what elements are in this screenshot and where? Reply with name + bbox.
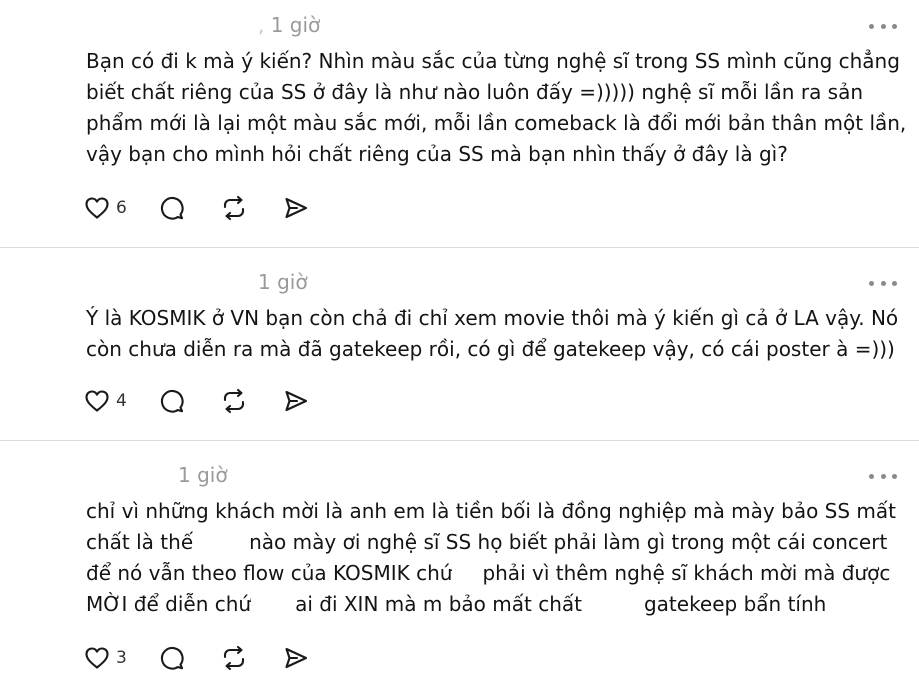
share-icon [285, 647, 307, 669]
repost-icon [223, 645, 244, 671]
post-text: Bạn có đi k mà ý kiến? Nhìn màu sắc của … [86, 46, 907, 170]
like-count: 6 [116, 198, 127, 218]
more-options-icon[interactable] [869, 279, 897, 287]
post-actions: 4 [84, 386, 309, 416]
post-timestamp: 1 giờ [258, 270, 308, 294]
like-button[interactable]: 6 [84, 193, 127, 223]
share-icon [285, 390, 307, 412]
post-text-line: Bạn có đi k mà ý kiến? Nhìn màu sắc của … [86, 49, 900, 73]
repost-icon [223, 195, 244, 221]
share-icon [285, 197, 307, 219]
more-options-icon[interactable] [869, 22, 897, 30]
post-text-line: chỉ vì những khách mời là anh em là tiền… [86, 499, 896, 523]
share-button[interactable] [283, 386, 309, 416]
more-options-icon[interactable] [869, 472, 897, 480]
repost-button[interactable] [221, 643, 247, 673]
post-text-line: còn chưa diễn ra mà đã gatekeep rồi, có … [86, 337, 895, 361]
heart-icon [85, 390, 109, 412]
like-button[interactable]: 3 [84, 643, 127, 673]
post: 1 giờ Ý là KOSMIK ở VN bạn còn chả đi ch… [0, 248, 919, 440]
post: 1 giờ chỉ vì những khách mời là anh em l… [0, 441, 919, 683]
comment-button[interactable] [159, 386, 185, 416]
like-count: 4 [116, 391, 127, 411]
post-timestamp: 1 giờ [178, 463, 228, 487]
post: , 1 giờ Bạn có đi k mà ý kiến? Nhìn màu … [0, 0, 919, 247]
post-text-line: chất là thế nào mày ơi nghệ sĩ SS họ biết… [86, 530, 888, 554]
post-text-line: MỜI để diễn chứ ai đi XIN mà m bảo mất ch… [86, 592, 827, 616]
post-text-line: phẩm mới là lại một màu sắc mới, mỗi lần… [86, 111, 907, 135]
post-timestamp: , 1 giờ [258, 13, 321, 37]
comment-icon [160, 647, 184, 670]
post-text-line: để nó vẫn theo flow của KOSMIK chứ phải v… [86, 561, 891, 585]
comment-button[interactable] [159, 643, 185, 673]
post-text: chỉ vì những khách mời là anh em là tiền… [86, 496, 896, 620]
like-button[interactable]: 4 [84, 386, 127, 416]
heart-icon [85, 647, 109, 669]
repost-button[interactable] [221, 386, 247, 416]
like-count: 3 [116, 648, 127, 668]
comment-button[interactable] [159, 193, 185, 223]
comment-icon [160, 390, 184, 413]
comment-icon [160, 197, 184, 220]
post-text-line: vậy bạn cho mình hỏi chất riêng của SS m… [86, 142, 788, 166]
post-text: Ý là KOSMIK ở VN bạn còn chả đi chỉ xem … [86, 303, 899, 365]
post-actions: 3 [84, 643, 309, 673]
heart-icon [85, 197, 109, 219]
repost-icon [223, 388, 244, 414]
post-text-line: biết chất riêng của SS ở đây là như nào … [86, 80, 864, 104]
repost-button[interactable] [221, 193, 247, 223]
post-actions: 6 [84, 193, 309, 223]
share-button[interactable] [283, 193, 309, 223]
share-button[interactable] [283, 643, 309, 673]
post-text-line: Ý là KOSMIK ở VN bạn còn chả đi chỉ xem … [86, 306, 899, 330]
